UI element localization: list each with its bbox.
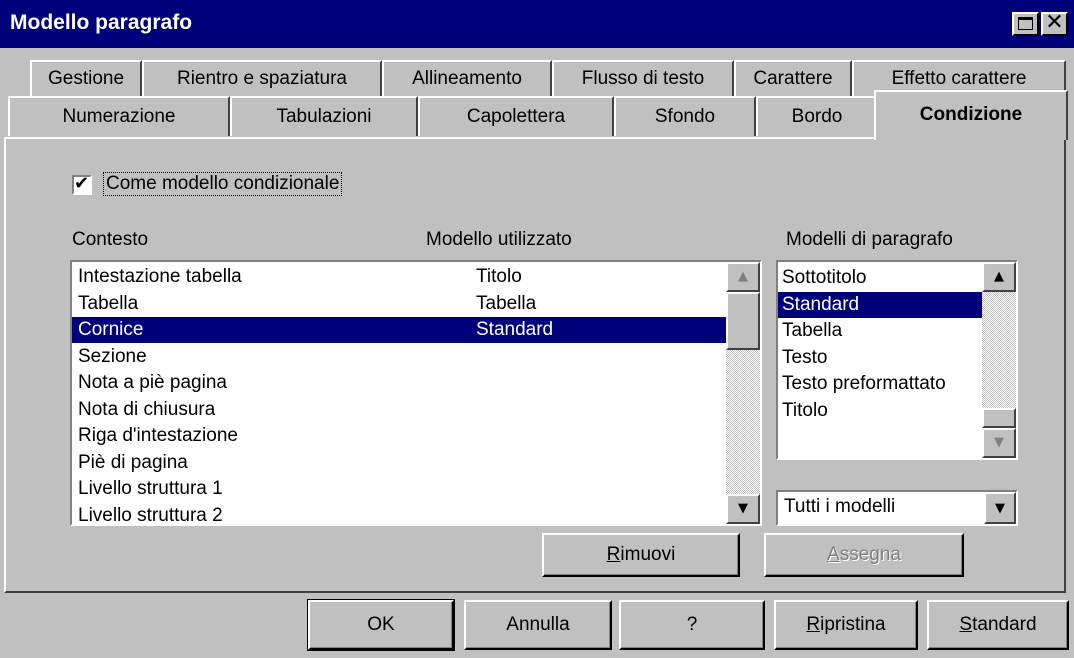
tab-tabulazioni[interactable]: Tabulazioni: [230, 96, 418, 136]
window-title: Modello paragrafo: [10, 11, 193, 34]
standard-button[interactable]: Standard: [927, 600, 1069, 650]
dialog-window: Modello paragrafo ✕ Gestione Rientro e s…: [0, 0, 1074, 658]
tab-capolettera[interactable]: Capolettera: [418, 96, 614, 136]
maximize-button[interactable]: [1012, 12, 1039, 36]
tab-sfondo[interactable]: Sfondo: [614, 96, 756, 136]
ok-button[interactable]: OK: [307, 599, 455, 651]
reset-button[interactable]: Ripristina: [774, 600, 918, 650]
tab-condizione[interactable]: Condizione: [874, 90, 1068, 140]
help-button[interactable]: ?: [619, 600, 765, 650]
tab-allineamento[interactable]: Allineamento: [382, 60, 552, 98]
title-bar: Modello paragrafo ✕: [0, 0, 1074, 48]
tab-panel: [4, 137, 1066, 593]
tab-rientro-spaziatura[interactable]: Rientro e spaziatura: [142, 60, 382, 98]
tab-bordo[interactable]: Bordo: [756, 96, 878, 136]
close-button[interactable]: ✕: [1041, 10, 1068, 36]
tab-numerazione[interactable]: Numerazione: [8, 96, 230, 136]
tab-carattere[interactable]: Carattere: [734, 60, 852, 98]
cancel-button[interactable]: Annulla: [464, 600, 612, 650]
maximize-icon: [1018, 17, 1033, 30]
close-icon: ✕: [1045, 10, 1064, 35]
tab-gestione[interactable]: Gestione: [30, 60, 142, 98]
tab-flusso-testo[interactable]: Flusso di testo: [552, 60, 734, 98]
